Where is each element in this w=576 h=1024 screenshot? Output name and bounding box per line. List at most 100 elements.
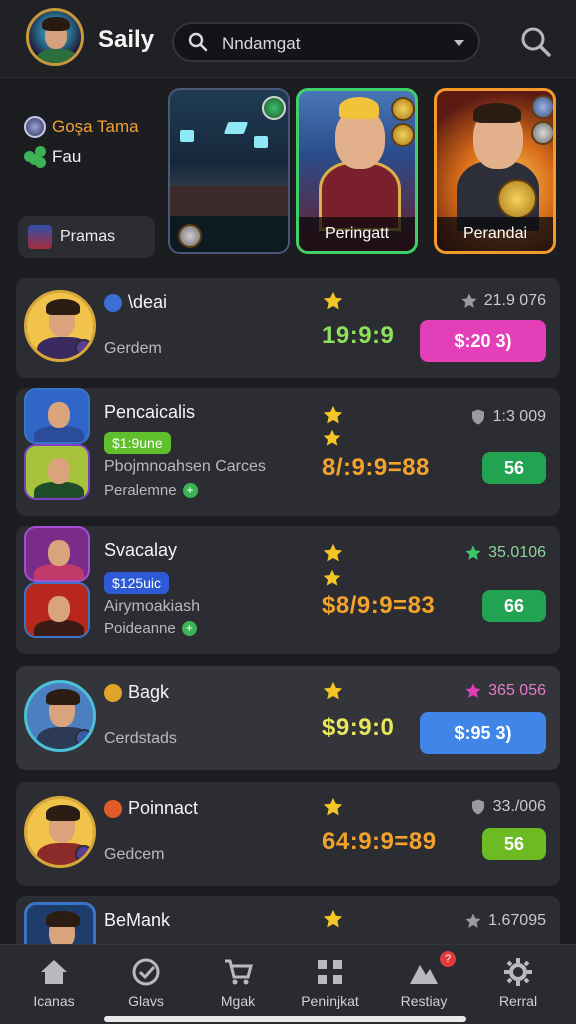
app-title: Saily bbox=[98, 26, 155, 53]
badge-icon bbox=[104, 799, 122, 818]
item-stat: 365 056 bbox=[464, 682, 546, 700]
pramas-button[interactable]: Pramas bbox=[18, 216, 155, 258]
star-icon bbox=[323, 543, 343, 562]
item-name: \deai bbox=[104, 292, 167, 313]
item-name: Poinnact bbox=[104, 798, 198, 819]
profile-avatar[interactable] bbox=[26, 8, 84, 66]
clover-icon bbox=[24, 146, 46, 168]
action-button[interactable]: 56 bbox=[482, 452, 546, 484]
app-header: Saily Nndamgat bbox=[0, 0, 576, 78]
logo-icon bbox=[262, 96, 286, 120]
featured-row-clover[interactable]: Fau bbox=[24, 146, 81, 168]
featured-card-arena[interactable] bbox=[168, 88, 290, 254]
notification-badge: ? bbox=[440, 951, 456, 967]
avatar bbox=[24, 526, 90, 582]
search-input[interactable]: Nndamgat bbox=[172, 22, 480, 62]
list-item[interactable]: Bagk Cerdstads $9:9:0 365 056 $:95 3) bbox=[16, 666, 560, 770]
item-stat: 33./006 bbox=[469, 798, 546, 816]
info-icon bbox=[104, 293, 122, 312]
featured-card-perandai[interactable]: Perandai bbox=[434, 88, 556, 254]
coin-icon bbox=[391, 97, 415, 121]
nav-item-mgak[interactable]: Mgak bbox=[190, 955, 286, 1009]
avatar bbox=[24, 680, 96, 752]
star-icon bbox=[323, 291, 343, 310]
action-button[interactable]: 66 bbox=[482, 590, 546, 622]
card-caption: Peringatt bbox=[299, 217, 415, 251]
bottom-navigation: Icanas Glavs Mgak Peninjkat Restiay ? Re… bbox=[0, 944, 576, 1024]
star-icon bbox=[323, 909, 343, 928]
pramas-label: Pramas bbox=[60, 228, 116, 245]
gem-icon bbox=[531, 95, 553, 119]
avatar bbox=[24, 290, 96, 362]
item-timer: 64:9:9=89 bbox=[322, 828, 437, 855]
check-badge-icon bbox=[132, 958, 160, 986]
avatar bbox=[24, 796, 96, 868]
mountain-icon bbox=[410, 965, 438, 984]
cart-icon bbox=[225, 959, 253, 985]
star-icon bbox=[461, 293, 477, 308]
price-button[interactable]: $:95 3) bbox=[420, 712, 546, 754]
coin-icon bbox=[391, 123, 415, 147]
item-timer: 8/:9:9=88 bbox=[322, 454, 430, 481]
coin-icon bbox=[24, 116, 46, 138]
gem-icon bbox=[531, 121, 553, 145]
list-item[interactable]: Pencaicalis $1:9une Pbojmnoahsen Carces … bbox=[16, 388, 560, 516]
item-subtitle: Airymoakiash bbox=[104, 598, 201, 615]
item-name: Svacalay bbox=[104, 540, 178, 560]
nav-item-rerral[interactable]: Rerral bbox=[470, 955, 566, 1009]
item-subtitle: Gerdem bbox=[104, 340, 162, 357]
star-icon bbox=[323, 405, 343, 424]
grid-icon bbox=[318, 960, 342, 984]
item-stat: 21.9 076 bbox=[460, 292, 546, 310]
item-tag: $125uic bbox=[104, 572, 170, 594]
search-value: Nndamgat bbox=[222, 34, 301, 53]
star-icon bbox=[323, 429, 341, 446]
nav-item-restiay[interactable]: Restiay ? bbox=[376, 951, 472, 1009]
featured-card-peringatt[interactable]: Peringatt bbox=[296, 88, 418, 254]
home-indicator[interactable] bbox=[104, 1016, 466, 1022]
price-button[interactable]: $:20 3) bbox=[420, 320, 546, 362]
star-icon bbox=[323, 681, 343, 700]
item-subtitle: Gedcem bbox=[104, 846, 165, 863]
nav-item-icanas[interactable]: Icanas bbox=[6, 955, 102, 1009]
badge-icon bbox=[104, 683, 122, 702]
item-name: Pencaicalis bbox=[104, 402, 196, 422]
search-icon bbox=[188, 32, 208, 52]
item-tag: $1:9une bbox=[104, 432, 171, 454]
gear-icon bbox=[504, 958, 532, 986]
add-icon[interactable]: + bbox=[181, 621, 197, 636]
avatar bbox=[24, 388, 90, 444]
item-subtitle-secondary: Poideanne + bbox=[104, 620, 197, 637]
add-icon[interactable]: + bbox=[182, 483, 198, 498]
item-subtitle: Pbojmnoahsen Carces bbox=[104, 458, 266, 475]
item-name: BeMank bbox=[104, 910, 171, 930]
list-item[interactable]: Svacalay $125uic Airymoakiash Poideanne +… bbox=[16, 526, 560, 654]
item-stat: 1:3 009 bbox=[469, 408, 546, 426]
item-timer: $8/9:9=83 bbox=[322, 592, 436, 619]
list-item[interactable]: \deai Gerdem 19:9:9 21.9 076 $:20 3) bbox=[16, 278, 560, 378]
item-subtitle: Cerdstads bbox=[104, 730, 177, 747]
star-icon bbox=[323, 569, 341, 586]
star-icon bbox=[323, 797, 343, 816]
list-item[interactable]: Poinnact Gedcem 64:9:9=89 33./006 56 bbox=[16, 782, 560, 886]
shield-icon bbox=[471, 409, 484, 425]
item-name: Bagk bbox=[104, 682, 169, 703]
item-timer: $9:9:0 bbox=[322, 714, 395, 741]
featured-row-label: Fau bbox=[52, 147, 82, 166]
nav-item-peninjkat[interactable]: Peninjkat bbox=[282, 955, 378, 1009]
shield-icon bbox=[471, 799, 484, 815]
star-icon bbox=[465, 683, 481, 698]
chevron-down-icon[interactable] bbox=[454, 40, 464, 46]
action-button[interactable]: 56 bbox=[482, 828, 546, 860]
star-icon bbox=[465, 545, 481, 560]
avatar bbox=[24, 582, 90, 638]
pramas-thumbnail bbox=[28, 225, 52, 249]
home-icon bbox=[41, 960, 67, 984]
featured-row-coins[interactable]: Goşa Tama bbox=[24, 116, 139, 138]
card-caption: Perandai bbox=[437, 217, 553, 251]
item-stat: 1.67095 bbox=[464, 912, 546, 930]
item-timer: 19:9:9 bbox=[322, 322, 395, 349]
trophy-icon bbox=[497, 179, 537, 219]
nav-item-glavs[interactable]: Glavs bbox=[98, 955, 194, 1009]
search-icon[interactable] bbox=[518, 24, 554, 60]
